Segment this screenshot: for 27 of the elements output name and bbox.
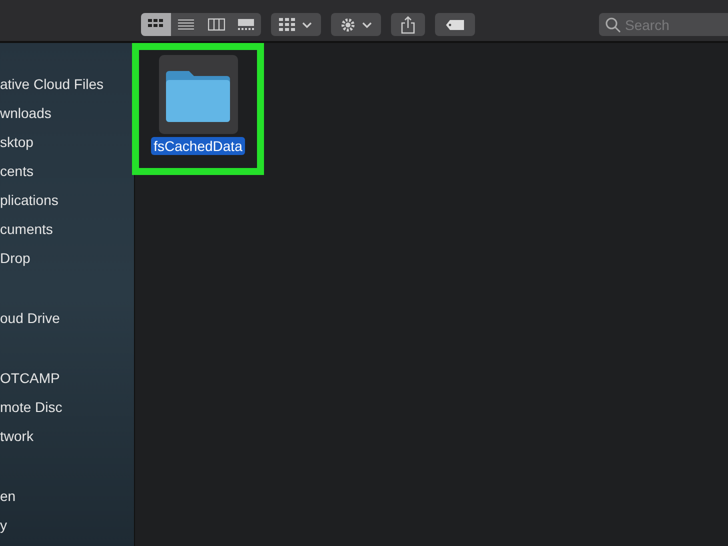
sidebar-item[interactable]: Drop (0, 248, 134, 277)
sidebar-item[interactable]: twork (0, 426, 134, 455)
tag-icon (445, 18, 465, 30)
gallery-view-icon (238, 18, 254, 31)
sidebar-item[interactable]: OTCAMP (0, 368, 134, 397)
group-button[interactable] (271, 13, 321, 36)
grid-caret-icon (279, 16, 313, 32)
gear-caret-icon (339, 16, 373, 34)
share-button[interactable] (391, 13, 425, 36)
sidebar-item[interactable]: cents (0, 161, 134, 190)
tag-button[interactable] (435, 13, 475, 36)
sidebar-item[interactable]: mote Disc (0, 397, 134, 426)
action-button[interactable] (331, 13, 381, 36)
sidebar-item[interactable]: wnloads (0, 103, 134, 132)
sidebar-item[interactable]: cuments (0, 219, 134, 248)
sidebar-item[interactable]: sktop (0, 132, 134, 161)
sidebar-item[interactable]: ative Cloud Files (0, 74, 134, 103)
sidebar-item[interactable]: y (0, 515, 134, 544)
sidebar-item[interactable]: en (0, 486, 134, 515)
sidebar-item[interactable]: oud Drive (0, 308, 134, 337)
share-icon (401, 16, 415, 34)
icons-view-button[interactable] (141, 13, 171, 36)
list-view-icon (178, 18, 194, 31)
sidebar-item[interactable]: plications (0, 190, 134, 219)
folder-icon[interactable] (158, 55, 238, 134)
columns-view-icon (208, 18, 224, 31)
folder-name[interactable]: fsCachedData (150, 137, 246, 155)
